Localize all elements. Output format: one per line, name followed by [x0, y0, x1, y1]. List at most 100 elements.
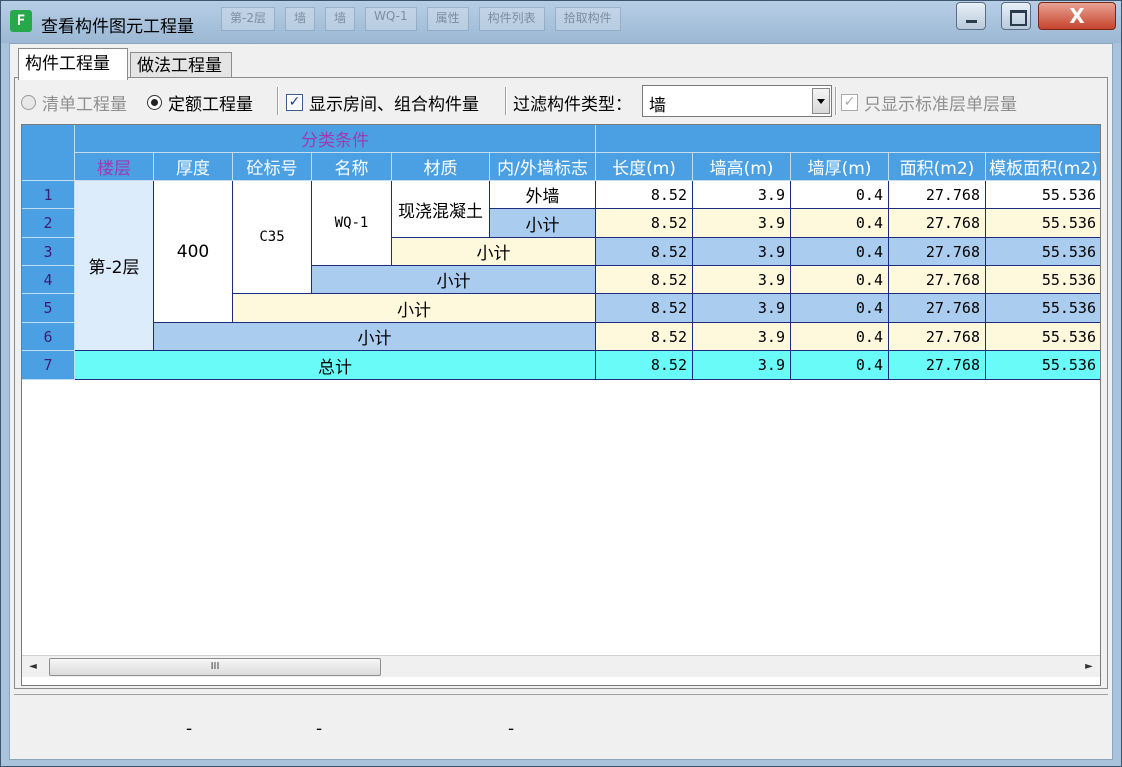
cell-wall-height[interactable]: 3.9 [693, 323, 791, 351]
radio-bill-quantity[interactable]: 清单工程量 [21, 90, 127, 115]
cell-floor[interactable]: 第-2层 [75, 181, 154, 351]
window: 第-2层墙墙 WQ-1 属性 构件列表 拾取构件 F 查看构件图元工程量 X 构件工程量… [0, 0, 1122, 767]
background-toolbar-item: 拾取构件 [554, 7, 621, 31]
cell-wall-height[interactable]: 3.9 [693, 181, 791, 209]
show-rooms-label: 显示房间、组合构件量 [309, 95, 479, 115]
std-floor-checkbox: ✓ 只显示标准层单层量 [841, 90, 1017, 115]
cell-name[interactable]: WQ-1 [312, 181, 392, 266]
horizontal-scrollbar[interactable]: ◄ III ► [22, 655, 1100, 677]
checkbox-disabled-icon: ✓ [841, 94, 858, 111]
cell-wall-height[interactable]: 3.9 [693, 209, 791, 238]
cell-subtotal[interactable]: 小计 [490, 209, 596, 238]
tab-method-quantity[interactable]: 做法工程量 [130, 52, 232, 80]
column-header-area[interactable]: 面积(m2) [889, 153, 986, 181]
cell-wall-thickness[interactable]: 0.4 [791, 323, 889, 351]
cell-area[interactable]: 27.768 [889, 238, 986, 266]
radio-quota-label: 定额工程量 [168, 95, 253, 115]
row-number[interactable]: 2 [22, 209, 75, 238]
column-header-name[interactable]: 名称 [312, 153, 392, 181]
cell-area[interactable]: 27.768 [889, 266, 986, 294]
radio-off-icon [21, 95, 36, 110]
row-number[interactable]: 5 [22, 294, 75, 323]
radio-quota-quantity[interactable]: 定额工程量 [147, 90, 253, 115]
cell-wall-height[interactable]: 3.9 [693, 238, 791, 266]
cell-wall-thickness[interactable]: 0.4 [791, 238, 889, 266]
filter-type-select[interactable]: 墙 [642, 85, 832, 117]
cell-subtotal[interactable]: 小计 [392, 238, 596, 266]
quantity-grid[interactable]: 分类条件 楼层 厚度 砼标号 名称 材质 内/外墙标志 长度(m) 墙高(m) 墙厚(m) 面积(m… [21, 124, 1101, 686]
tab-component-quantity[interactable]: 构件工程量 [18, 48, 128, 80]
background-toolbar-item: 属性 [426, 7, 469, 31]
column-header-wall-height[interactable]: 墙高(m) [693, 153, 791, 181]
cell-thickness[interactable]: 400 [154, 181, 233, 323]
cell-area[interactable]: 27.768 [889, 294, 986, 323]
column-header-material[interactable]: 材质 [392, 153, 490, 181]
column-header-thickness[interactable]: 厚度 [154, 153, 233, 181]
cell-area[interactable]: 27.768 [889, 351, 986, 380]
cell-total[interactable]: 总计 [75, 351, 596, 380]
scroll-right-icon[interactable]: ► [1080, 658, 1098, 676]
cell-subtotal[interactable]: 小计 [233, 294, 596, 323]
background-toolbar-item: 第-2层 [221, 7, 275, 31]
cell-material[interactable]: 现浇混凝土 [392, 181, 490, 238]
row-number[interactable]: 4 [22, 266, 75, 294]
minimize-button[interactable] [956, 2, 986, 30]
cell-length[interactable]: 8.52 [596, 181, 693, 209]
cell-area[interactable]: 27.768 [889, 181, 986, 209]
column-header-floor[interactable]: 楼层 [75, 153, 154, 181]
cell-wall-thickness[interactable]: 0.4 [791, 351, 889, 380]
cell-formwork-area[interactable]: 55.536 [986, 323, 1100, 351]
cell-area[interactable]: 27.768 [889, 209, 986, 238]
cell-formwork-area[interactable]: 55.536 [986, 181, 1100, 209]
cell-wall-height[interactable]: 3.9 [693, 351, 791, 380]
chevron-down-icon[interactable] [812, 88, 830, 114]
maximize-button[interactable] [1001, 2, 1031, 30]
row-number[interactable]: 1 [22, 181, 75, 209]
row-number[interactable]: 7 [22, 351, 75, 380]
cell-subtotal[interactable]: 小计 [312, 266, 596, 294]
status-field: - [316, 719, 323, 739]
cell-wall-thickness[interactable]: 0.4 [791, 266, 889, 294]
column-header-concrete-grade[interactable]: 砼标号 [233, 153, 312, 181]
cell-length[interactable]: 8.52 [596, 294, 693, 323]
grid-cells: 分类条件 楼层 厚度 砼标号 名称 材质 内/外墙标志 长度(m) 墙高(m) 墙厚(m) 面积(m… [22, 125, 1100, 655]
std-floor-label: 只显示标准层单层量 [864, 95, 1017, 115]
cell-length[interactable]: 8.52 [596, 238, 693, 266]
cell-length[interactable]: 8.52 [596, 266, 693, 294]
cell-length[interactable]: 8.52 [596, 351, 693, 380]
checkbox-checked-icon: ✓ [286, 94, 303, 111]
scroll-left-icon[interactable]: ◄ [24, 658, 42, 676]
column-header-length[interactable]: 长度(m) [596, 153, 693, 181]
cell-wall-thickness[interactable]: 0.4 [791, 209, 889, 238]
cell-formwork-area[interactable]: 55.536 [986, 238, 1100, 266]
cell-wall-height[interactable]: 3.9 [693, 266, 791, 294]
tab-panel: 清单工程量 定额工程量 ✓ 显示房间、组合构件量 过滤构件类型： 墙 ✓ 只显示… [14, 77, 1108, 689]
cell-formwork-area[interactable]: 55.536 [986, 266, 1100, 294]
column-header-wall-flag[interactable]: 内/外墙标志 [490, 153, 596, 181]
cell-area[interactable]: 27.768 [889, 323, 986, 351]
column-header-wall-thickness[interactable]: 墙厚(m) [791, 153, 889, 181]
cell-wall-height[interactable]: 3.9 [693, 294, 791, 323]
row-number[interactable]: 6 [22, 323, 75, 351]
cell-formwork-area[interactable]: 55.536 [986, 351, 1100, 380]
cell-wall-flag[interactable]: 外墙 [490, 181, 596, 209]
radio-on-icon [147, 95, 162, 110]
cell-length[interactable]: 8.52 [596, 323, 693, 351]
cell-wall-thickness[interactable]: 0.4 [791, 181, 889, 209]
title-bar[interactable]: 第-2层墙墙 WQ-1 属性 构件列表 拾取构件 F 查看构件图元工程量 X [1, 1, 1121, 43]
cell-length[interactable]: 8.52 [596, 209, 693, 238]
column-header-formwork-area[interactable]: 模板面积(m2) [986, 153, 1100, 181]
cell-subtotal[interactable]: 小计 [154, 323, 596, 351]
row-number[interactable]: 3 [22, 238, 75, 266]
show-rooms-checkbox[interactable]: ✓ 显示房间、组合构件量 [286, 90, 479, 115]
cell-wall-thickness[interactable]: 0.4 [791, 294, 889, 323]
close-button[interactable]: X [1038, 2, 1116, 30]
toolbar-separator [505, 87, 507, 115]
status-field: - [508, 719, 515, 739]
cell-formwork-area[interactable]: 55.536 [986, 294, 1100, 323]
cell-formwork-area[interactable]: 55.536 [986, 209, 1100, 238]
cell-concrete[interactable]: C35 [233, 181, 312, 294]
toolbar-separator [277, 87, 279, 115]
background-toolbar-item: 构件列表 [478, 7, 545, 31]
scrollbar-thumb[interactable]: III [49, 658, 381, 676]
